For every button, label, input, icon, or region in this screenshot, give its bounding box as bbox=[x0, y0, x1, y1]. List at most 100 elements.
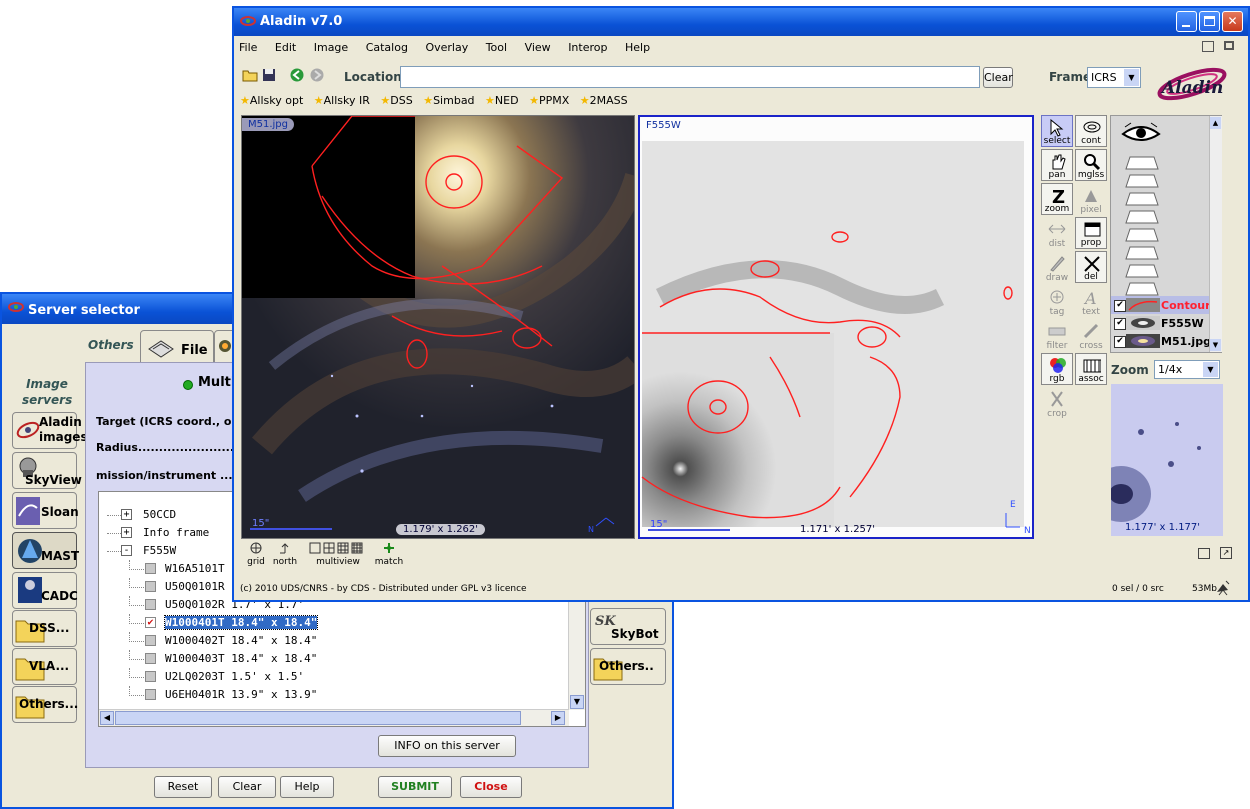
menu-interop[interactable]: Interop bbox=[568, 41, 607, 54]
minimize-button[interactable] bbox=[1176, 11, 1197, 32]
layer-checkbox[interactable]: ✔ bbox=[1114, 300, 1126, 312]
tool-crop[interactable]: crop bbox=[1041, 387, 1073, 419]
tool-del[interactable]: del bbox=[1075, 251, 1107, 283]
menu-help[interactable]: Help bbox=[625, 41, 650, 54]
bookmark-dss[interactable]: ★DSS bbox=[380, 94, 412, 107]
empty-plane-slot[interactable] bbox=[1125, 228, 1159, 242]
collapse-icon[interactable]: - bbox=[121, 545, 132, 556]
others-tab-label[interactable]: Others bbox=[88, 338, 134, 352]
bookmark-ppmx[interactable]: ★PPMX bbox=[529, 94, 569, 107]
maximize-button[interactable] bbox=[1199, 11, 1220, 32]
grid-tool[interactable]: grid bbox=[242, 542, 270, 567]
back-arrow-icon[interactable] bbox=[290, 68, 304, 82]
menu-file[interactable]: File bbox=[239, 41, 257, 54]
multiview-tool[interactable]: multiview bbox=[306, 542, 370, 567]
expand-icon[interactable]: + bbox=[121, 509, 132, 520]
menu-image[interactable]: Image bbox=[314, 41, 348, 54]
empty-plane-slot[interactable] bbox=[1125, 156, 1159, 170]
menu-catalog[interactable]: Catalog bbox=[366, 41, 408, 54]
empty-plane-slot[interactable] bbox=[1125, 282, 1159, 296]
server-skyview[interactable]: SkyView bbox=[12, 452, 82, 489]
server-others[interactable]: Others... bbox=[12, 686, 78, 723]
tree-row[interactable]: W1000403T 18.4" x 18.4" bbox=[99, 650, 569, 668]
empty-plane-slot[interactable] bbox=[1125, 192, 1159, 206]
match-tool[interactable]: match bbox=[372, 542, 406, 567]
satellite-dish-icon[interactable] bbox=[1214, 578, 1232, 596]
frame-select[interactable]: ICRS ▼ bbox=[1087, 67, 1141, 88]
scroll-down-arrow[interactable]: ▼ bbox=[1210, 339, 1221, 351]
zoom-preview[interactable]: 1.177' x 1.177' bbox=[1111, 384, 1223, 536]
bookmark-2mass[interactable]: ★2MASS bbox=[580, 94, 628, 107]
forward-arrow-icon[interactable] bbox=[310, 68, 324, 82]
layer-checkbox[interactable]: ✔ bbox=[1114, 336, 1126, 348]
tool-cross[interactable]: cross bbox=[1075, 319, 1107, 351]
server-dss[interactable]: DSS... bbox=[12, 610, 77, 647]
layer-checkbox[interactable]: ✔ bbox=[1114, 318, 1126, 330]
scroll-left-arrow[interactable]: ◀ bbox=[100, 711, 114, 725]
tree-checkbox[interactable] bbox=[145, 563, 156, 574]
tool-select[interactable]: select bbox=[1041, 115, 1073, 147]
open-folder-icon[interactable] bbox=[242, 68, 258, 82]
tree-hscrollbar[interactable]: ◀ ▶ bbox=[99, 709, 569, 726]
tool-text[interactable]: Atext bbox=[1075, 285, 1107, 317]
zoom-select[interactable]: 1/4x ▼ bbox=[1154, 360, 1220, 379]
info-server-button[interactable]: INFO on this server bbox=[378, 735, 516, 757]
tree-checkbox[interactable] bbox=[145, 689, 156, 700]
server-others-right[interactable]: Others.. bbox=[590, 648, 666, 685]
reset-button[interactable]: Reset bbox=[154, 776, 212, 798]
expand-icon[interactable]: + bbox=[121, 527, 132, 538]
tree-row[interactable]: U6EH0401R 13.9" x 13.9" bbox=[99, 686, 569, 704]
tree-row[interactable]: U2LQ0203T 1.5' x 1.5' bbox=[99, 668, 569, 686]
server-sloan[interactable]: Sloan bbox=[12, 492, 79, 529]
server-mast[interactable]: MAST bbox=[12, 532, 79, 569]
tool-zoom[interactable]: Zzoom bbox=[1041, 183, 1073, 215]
close-button[interactable]: Close bbox=[460, 776, 522, 798]
tool-pixel[interactable]: pixel bbox=[1075, 183, 1107, 215]
scroll-right-arrow[interactable]: ▶ bbox=[551, 711, 565, 725]
close-window-button[interactable]: ✕ bbox=[1222, 11, 1243, 32]
bookmark-allsky-opt[interactable]: ★Allsky opt bbox=[240, 94, 303, 107]
tool-pan[interactable]: pan bbox=[1041, 149, 1073, 181]
tree-row[interactable]: W1000402T 18.4" x 18.4" bbox=[99, 632, 569, 650]
save-icon[interactable] bbox=[262, 68, 276, 82]
empty-plane-slot[interactable] bbox=[1125, 210, 1159, 224]
layer-f555w[interactable]: ✔ F555W bbox=[1111, 314, 1209, 332]
tree-checkbox[interactable] bbox=[145, 599, 156, 610]
tree-checkbox[interactable] bbox=[145, 581, 156, 592]
tree-checkbox[interactable] bbox=[145, 653, 156, 664]
bookmark-ned[interactable]: ★NED bbox=[485, 94, 519, 107]
tree-checkbox[interactable]: ✔ bbox=[145, 617, 156, 628]
tool-filter[interactable]: filter bbox=[1041, 319, 1073, 351]
restore-view-icon[interactable] bbox=[1198, 548, 1210, 559]
layer-m51[interactable]: ✔ M51.jpg bbox=[1111, 332, 1211, 350]
tool-cont[interactable]: cont bbox=[1075, 115, 1107, 147]
location-clear-button[interactable]: Clear bbox=[983, 67, 1013, 88]
server-aladin-images[interactable]: Aladin images bbox=[12, 412, 88, 449]
help-button[interactable]: Help bbox=[280, 776, 334, 798]
tree-checkbox[interactable] bbox=[145, 671, 156, 682]
menu-view[interactable]: View bbox=[525, 41, 551, 54]
tool-dist[interactable]: dist bbox=[1041, 217, 1073, 249]
tool-tag[interactable]: tag bbox=[1041, 285, 1073, 317]
view-m51[interactable]: M51.jpg 15" 1.179' x 1.262' N bbox=[241, 115, 635, 539]
view-f555w[interactable]: F555W 15" 1.171' x 1.257' EN bbox=[638, 115, 1034, 539]
scroll-down-arrow[interactable]: ▼ bbox=[570, 695, 584, 709]
empty-plane-slot[interactable] bbox=[1125, 174, 1159, 188]
hscroll-thumb[interactable] bbox=[115, 711, 521, 725]
tree-checkbox[interactable] bbox=[145, 635, 156, 646]
file-tab[interactable]: File bbox=[140, 330, 214, 366]
partial-tab[interactable] bbox=[214, 330, 234, 366]
server-cadc[interactable]: CADC bbox=[12, 572, 78, 609]
layer-contours[interactable]: ✔ Contours bbox=[1111, 296, 1217, 314]
north-tool[interactable]: north bbox=[270, 542, 300, 567]
location-input[interactable] bbox=[400, 66, 980, 88]
tool-mglss[interactable]: mglss bbox=[1075, 149, 1107, 181]
server-vla[interactable]: VLA... bbox=[12, 648, 77, 685]
empty-plane-slot[interactable] bbox=[1125, 264, 1159, 278]
submit-button[interactable]: SUBMIT bbox=[378, 776, 452, 798]
expand-icon[interactable] bbox=[1224, 41, 1234, 50]
tree-row[interactable]: ✔ W1000401T 18.4" x 18.4" bbox=[99, 614, 569, 632]
eye-icon[interactable] bbox=[1121, 122, 1161, 144]
empty-plane-slot[interactable] bbox=[1125, 246, 1159, 260]
bookmark-allsky-ir[interactable]: ★Allsky IR bbox=[314, 94, 370, 107]
